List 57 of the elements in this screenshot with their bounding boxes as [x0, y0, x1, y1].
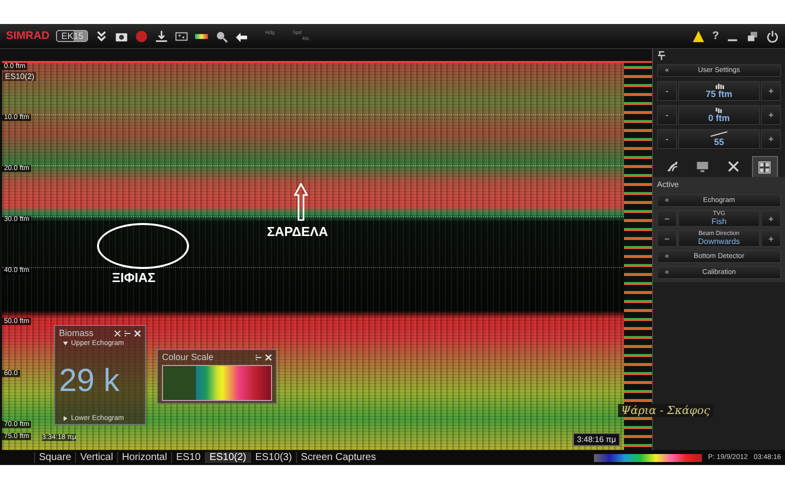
increment-button[interactable]: +	[761, 105, 781, 125]
range-icon	[714, 83, 724, 89]
annotation-text: ΣΑΡΔΕΛΑ	[267, 224, 328, 239]
view-tab[interactable]: Screen Captures	[296, 452, 380, 463]
brand-logo: SIMRAD	[6, 30, 50, 42]
stepper-value: 0 ftm	[708, 113, 730, 123]
stepper-value: 75 ftm	[706, 89, 732, 99]
restore-icon[interactable]	[746, 30, 759, 42]
menu-icon[interactable]	[124, 330, 131, 336]
menu-icon[interactable]	[255, 354, 262, 360]
decrement-button[interactable]: -	[657, 129, 677, 149]
panel-title: Colour Scale	[162, 352, 215, 362]
model-badge: EK15	[56, 30, 88, 42]
view-tab[interactable]: ES10(3)	[250, 452, 296, 463]
close-icon[interactable]	[134, 330, 141, 336]
channel-label: ES10(2)	[3, 72, 36, 81]
tools-icon	[726, 160, 740, 172]
view-tab[interactable]: Vertical	[75, 452, 118, 463]
decrement-button[interactable]: -	[657, 105, 677, 125]
chevrons-icon[interactable]	[95, 30, 108, 42]
increment-button[interactable]: +	[761, 210, 781, 227]
decrement-button[interactable]: -	[657, 81, 677, 101]
expanded-caret-icon	[63, 341, 68, 346]
grid-icon[interactable]	[175, 30, 188, 42]
gain-icon	[708, 131, 730, 137]
increment-button[interactable]: +	[761, 129, 781, 149]
layout-icon	[758, 160, 772, 174]
panel-tab[interactable]	[752, 156, 778, 177]
setting-value: Downwards	[698, 238, 740, 246]
setting-value: Fish	[711, 218, 727, 226]
export-icon[interactable]	[155, 30, 168, 42]
transducer-icon	[666, 160, 679, 172]
view-tab[interactable]: ES10(2)	[204, 452, 250, 463]
handwritten-note: Ψάρια - Σκάφος	[618, 404, 713, 417]
view-tab[interactable]: Square	[34, 452, 76, 463]
increment-button[interactable]: +	[761, 81, 781, 101]
view-tab[interactable]: Horizontal	[117, 452, 172, 463]
start-depth-icon	[714, 107, 724, 113]
tools-icon[interactable]	[114, 330, 121, 336]
increment-button[interactable]: +	[761, 230, 781, 247]
record-icon[interactable]	[135, 30, 148, 42]
time-label: 3:48:16 πμ	[572, 433, 620, 446]
zoom-icon[interactable]	[215, 30, 228, 42]
power-icon[interactable]	[766, 30, 779, 42]
panel-title: Biomass	[59, 328, 95, 338]
stepper-value: 55	[714, 137, 724, 147]
collapsed-caret-icon	[63, 416, 68, 421]
decrement-button[interactable]: −	[657, 230, 677, 247]
section-title: Active	[657, 180, 680, 189]
help-button[interactable]: ?	[712, 30, 719, 42]
pin-icon[interactable]	[657, 51, 666, 60]
close-icon[interactable]	[265, 354, 272, 360]
decrement-button[interactable]: −	[657, 210, 677, 227]
annotation-text: ΞΙΦΙΑΣ	[112, 270, 156, 285]
monitor-icon	[696, 160, 710, 172]
biomass-value: 29 k	[59, 360, 120, 400]
warning-icon[interactable]	[692, 30, 706, 42]
